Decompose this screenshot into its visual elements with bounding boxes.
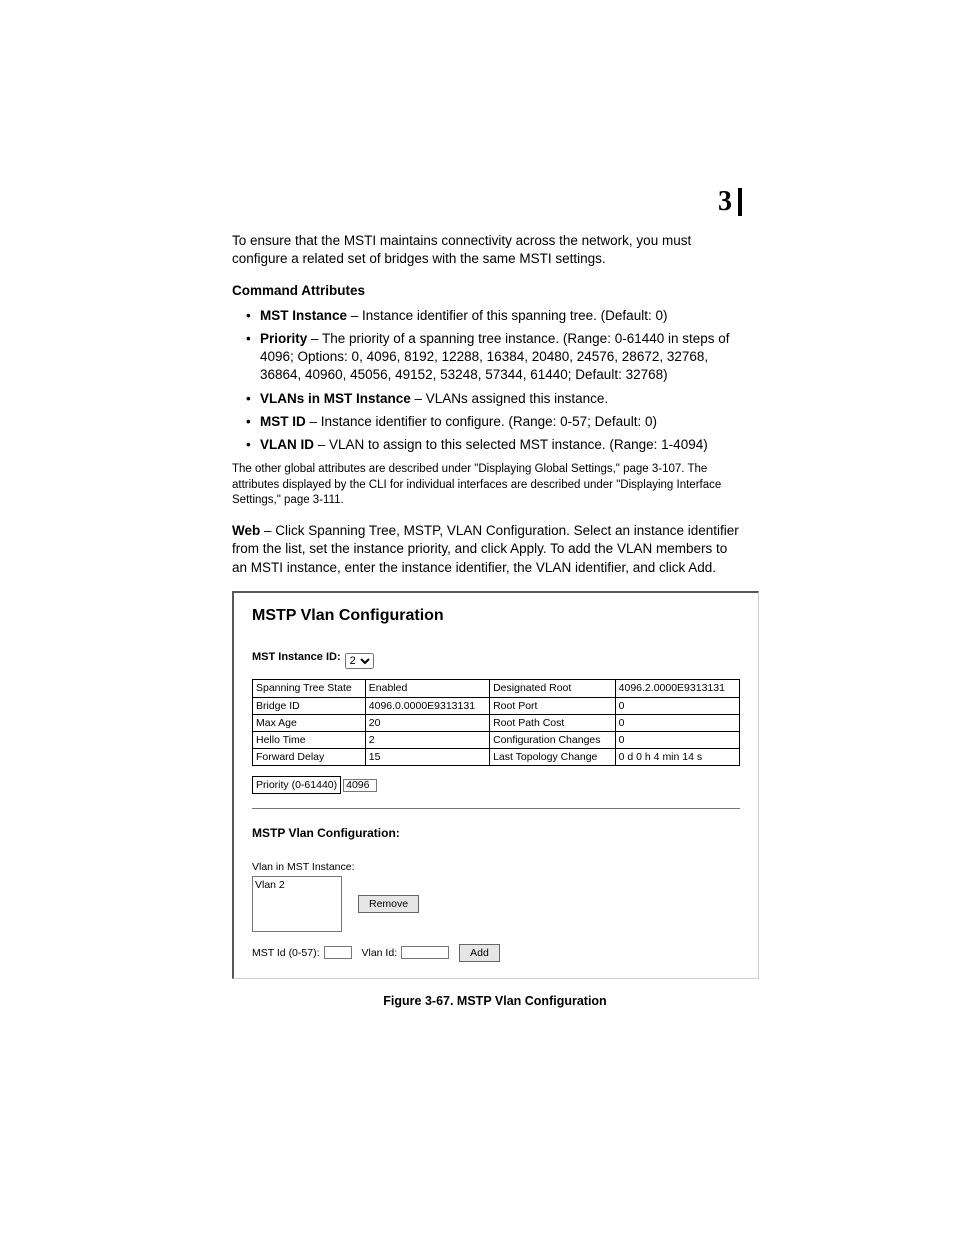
attr-vlan-id: VLAN ID – VLAN to assign to this selecte… — [246, 436, 744, 454]
mstp-vlan-subtitle: MSTP Vlan Configuration: — [252, 825, 740, 841]
remove-button[interactable]: Remove — [358, 895, 419, 913]
figure-caption: Figure 3-67. MSTP Vlan Configuration — [232, 993, 758, 1010]
reference-note: The other global attributes are describe… — [232, 462, 744, 509]
command-attributes-heading: Command Attributes — [232, 282, 744, 300]
status-table: Spanning Tree State Enabled Designated R… — [252, 679, 740, 766]
vlan-id-input[interactable] — [401, 946, 449, 959]
attr-mst-instance: MST Instance – Instance identifier of th… — [246, 307, 744, 325]
add-button[interactable]: Add — [459, 944, 500, 962]
vlan-in-mst-label: Vlan in MST Instance: — [252, 860, 740, 874]
table-row: Hello Time 2 Configuration Changes 0 — [253, 731, 740, 748]
attr-priority: Priority – The priority of a spanning tr… — [246, 330, 744, 385]
list-item[interactable]: Vlan 2 — [255, 878, 339, 892]
table-row: Bridge ID 4096.0.0000E9313131 Root Port … — [253, 697, 740, 714]
panel-title: MSTP Vlan Configuration — [252, 605, 740, 627]
mst-instance-id-label: MST Instance ID: — [252, 650, 341, 665]
mst-id-label: MST Id (0-57): — [252, 946, 320, 960]
chapter-number: 3 — [718, 188, 742, 216]
attribute-list: MST Instance – Instance identifier of th… — [232, 307, 744, 455]
vlan-listbox[interactable]: Vlan 2 — [252, 876, 342, 932]
priority-label: Priority (0-61440) — [252, 776, 341, 794]
table-row: Forward Delay 15 Last Topology Change 0 … — [253, 749, 740, 766]
mst-id-input[interactable] — [324, 946, 352, 959]
mst-instance-id-select[interactable]: 2 — [345, 653, 374, 669]
web-instructions: Web – Click Spanning Tree, MSTP, VLAN Co… — [232, 522, 744, 577]
priority-input[interactable] — [343, 779, 377, 792]
mstp-vlan-config-panel: MSTP Vlan Configuration MST Instance ID:… — [232, 591, 759, 979]
table-row: Max Age 20 Root Path Cost 0 — [253, 714, 740, 731]
attr-vlans-in-mst: VLANs in MST Instance – VLANs assigned t… — [246, 390, 744, 408]
attr-mst-id: MST ID – Instance identifier to configur… — [246, 413, 744, 431]
table-row: Spanning Tree State Enabled Designated R… — [253, 680, 740, 697]
intro-paragraph: To ensure that the MSTI maintains connec… — [232, 232, 744, 268]
priority-row: Priority (0-61440) — [252, 776, 740, 809]
vlan-id-label: Vlan Id: — [362, 946, 398, 960]
